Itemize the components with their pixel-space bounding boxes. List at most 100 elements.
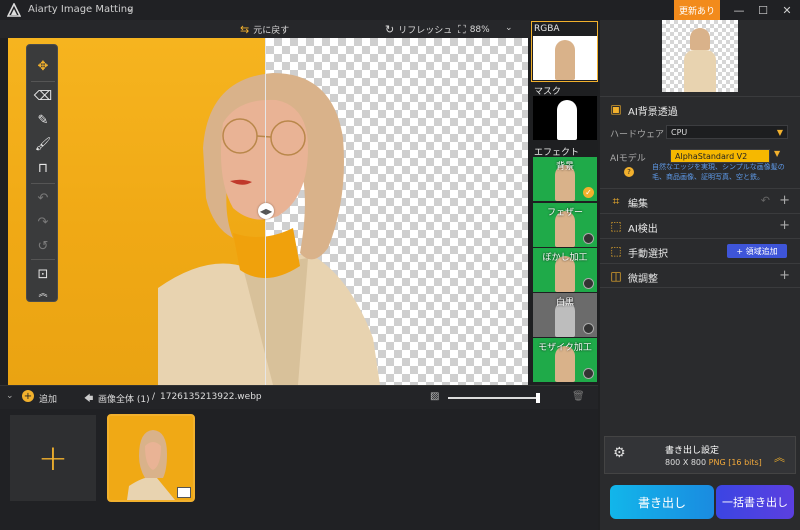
ai-model-label: AIモデル (610, 154, 646, 164)
chevron-down-icon[interactable]: ⌄ (126, 3, 134, 14)
breadcrumb-all[interactable]: 画像全体 (1) (98, 392, 150, 405)
expand-plus-icon[interactable]: + (779, 218, 790, 233)
canvas-toolbar: ⇆ 元に戻す ↻ リフレッシュ ⛶ 88% ⌄ (0, 20, 530, 38)
update-available-button[interactable]: 更新あり (674, 0, 720, 20)
ai-model-select[interactable]: AlphaStandard V2 (670, 149, 770, 163)
image-size-icon: ▨ (430, 391, 440, 402)
move-tool-icon[interactable]: ✥ (31, 55, 55, 77)
redo-icon[interactable]: ↷ (31, 211, 55, 233)
undo-button[interactable]: ⇆ 元に戻す (240, 23, 289, 36)
section-edit[interactable]: ⌗ 編集 ↶ + (600, 188, 800, 213)
effect-name: フェザー (546, 208, 583, 218)
title-bar: Aiarty Image Matting ⌄ 更新あり — ☐ ✕ (0, 0, 800, 20)
unchecked-icon (583, 323, 594, 334)
fine-tune-icon: ◫ (610, 269, 622, 283)
unchecked-icon (583, 278, 594, 289)
maximize-button[interactable]: ☐ (754, 2, 772, 18)
palette-divider (31, 81, 55, 82)
channel-effects-column: RGBA マスク エフェクト 背景 ✓ フェザー ぼかし加工 白黒 モザイク加工 (530, 20, 598, 385)
image-canvas[interactable]: ◀▶ (8, 38, 528, 385)
export-format: PNG (708, 458, 726, 467)
minimize-button[interactable]: — (730, 2, 748, 18)
collapse-icon[interactable]: ⌄ (6, 391, 14, 401)
breadcrumb-filename: 1726135213922.webp (160, 392, 262, 402)
add-label[interactable]: 追加 (39, 392, 57, 405)
app-logo-icon (7, 3, 21, 17)
thumbnail-size-slider-knob[interactable] (536, 393, 541, 403)
refresh-label: リフレッシュ (398, 26, 453, 36)
section-ai-detect[interactable]: ⬚ AI検出 + (600, 213, 800, 238)
effect-name: 背景 (555, 162, 574, 172)
expand-plus-icon[interactable]: + (779, 193, 790, 208)
zoom-fit-icon: ⛶ (458, 23, 466, 36)
effect-name: 白黒 (555, 298, 574, 308)
add-image-tile[interactable]: + (10, 415, 96, 501)
ai-bg-icon: ▣ (610, 102, 622, 116)
hardware-select[interactable]: CPU ▼ (666, 125, 788, 139)
export-bits: [16 bits] (728, 458, 762, 467)
rgba-thumbnail[interactable] (533, 36, 597, 80)
close-button[interactable]: ✕ (778, 2, 796, 18)
unchecked-icon (583, 368, 594, 379)
effect-background-thumb[interactable]: 背景 ✓ (533, 157, 597, 201)
undo-icon[interactable]: ↶ (761, 194, 770, 207)
effect-mono-thumb[interactable]: 白黒 (533, 293, 597, 337)
export-title: 書き出し設定 (665, 446, 720, 456)
section-fine-tune[interactable]: ◫ 微調整 + (600, 263, 800, 288)
mask-thumbnail[interactable] (533, 96, 597, 140)
ai-bg-title: AI背景透過 (628, 107, 678, 118)
trash-icon[interactable]: 🗑 (572, 391, 585, 402)
model-description: 自然なエッジを実現、シンプルな画像髪の毛、商品画像、証明写真、空と鉄。 (652, 163, 785, 181)
fit-screen-icon[interactable]: ⊡ (31, 263, 55, 285)
export-button[interactable]: 書き出し (610, 485, 714, 519)
export-info: 800 X 800 PNG [16 bits] (665, 458, 762, 467)
app-title: Aiarty Image Matting (28, 4, 134, 15)
refresh-button[interactable]: ↻ リフレッシュ (385, 23, 452, 36)
export-size: 800 X 800 (665, 458, 707, 467)
effect-feather-thumb[interactable]: フェザー (533, 203, 597, 247)
zoom-value: 88% (469, 25, 490, 35)
undo-label: 元に戻す (253, 26, 290, 36)
section-label: 編集 (628, 199, 648, 210)
smart-brush-tool-icon[interactable]: 🖌 (31, 133, 55, 155)
undo-arrows-icon: ⇆ (240, 23, 250, 36)
help-icon[interactable]: ? (624, 167, 634, 177)
zoom-chevron-down-icon[interactable]: ⌄ (505, 23, 513, 33)
back-arrow-icon[interactable]: 🡄 (84, 391, 93, 407)
reset-icon[interactable]: ↺ (31, 235, 55, 257)
tool-palette: ✥ ⌫ ✎ 🖌 ⊓ ↶ ↷ ↺ ⊡ ︽ (26, 44, 58, 302)
collapse-up-icon[interactable]: ︽ (31, 285, 55, 299)
add-region-button[interactable]: + 領域追加 (727, 244, 787, 258)
chevron-down-icon[interactable]: ▼ (774, 149, 780, 158)
chevron-up-icon[interactable]: ︽ (774, 449, 785, 465)
palette-divider (31, 183, 55, 184)
batch-export-button[interactable]: 一括書き出し (716, 485, 794, 519)
rgba-label: RGBA (534, 24, 560, 34)
paint-roller-tool-icon[interactable]: ⊓ (31, 157, 55, 179)
image-thumbnail-tile[interactable] (107, 414, 195, 502)
section-label: AI検出 (628, 224, 658, 235)
section-label: 手動選択 (628, 249, 668, 260)
breadcrumb-separator: / (152, 392, 156, 402)
folder-icon[interactable] (177, 487, 191, 498)
zoom-control[interactable]: ⛶ 88% (458, 23, 490, 37)
undo-icon[interactable]: ↶ (31, 187, 55, 209)
checked-icon: ✓ (583, 187, 594, 198)
result-preview (662, 20, 738, 92)
hardware-value: CPU (671, 127, 688, 137)
add-icon[interactable]: + (22, 390, 34, 402)
refresh-icon: ↻ (385, 23, 395, 36)
crop-icon: ⌗ (612, 193, 620, 208)
ai-model-value: AlphaStandard V2 (675, 151, 748, 161)
effect-name: ぼかし加工 (542, 253, 588, 263)
effect-name: モザイク加工 (538, 343, 592, 353)
unchecked-icon (583, 233, 594, 244)
expand-plus-icon[interactable]: + (779, 268, 790, 283)
export-settings[interactable]: ⚙ 書き出し設定 800 X 800 PNG [16 bits] ︽ (604, 436, 796, 474)
compare-split-handle-icon[interactable]: ◀▶ (258, 203, 274, 219)
brush-tool-icon[interactable]: ✎ (31, 109, 55, 131)
effect-blur-thumb[interactable]: ぼかし加工 (533, 248, 597, 292)
eraser-tool-icon[interactable]: ⌫ (31, 85, 55, 107)
section-label: 微調整 (628, 274, 658, 285)
effect-mosaic-thumb[interactable]: モザイク加工 (533, 338, 597, 382)
